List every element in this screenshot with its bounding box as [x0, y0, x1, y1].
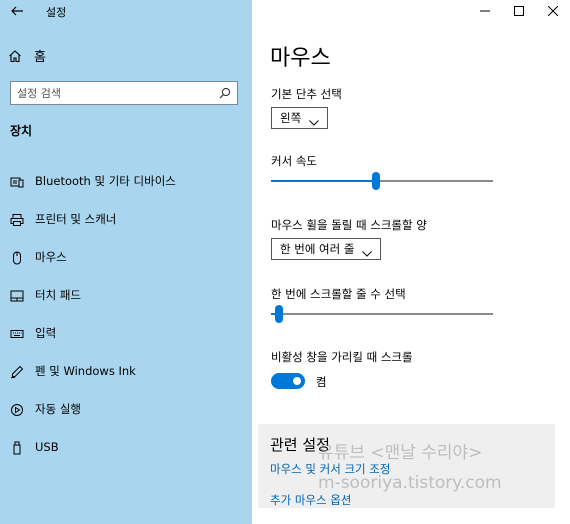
inactive-scroll-label: 비활성 창을 가리킬 때 스크롤: [271, 350, 413, 364]
autoplay-icon: [10, 402, 24, 416]
title-bar: 설정: [0, 0, 252, 22]
sidebar-item-mouse[interactable]: 마우스: [0, 238, 252, 276]
close-button[interactable]: [536, 0, 570, 22]
pen-icon: [10, 364, 24, 379]
printer-icon: [10, 212, 24, 226]
sidebar-item-autoplay[interactable]: 자동 실행: [0, 390, 252, 428]
minimize-icon: [480, 10, 490, 12]
sidebar-item-touchpad[interactable]: 터치 패드: [0, 276, 252, 314]
back-arrow-icon[interactable]: [10, 3, 24, 17]
sidebar-item-label: 터치 패드: [35, 288, 81, 302]
sidebar-item-label: 프린터 및 스캐너: [35, 212, 117, 226]
inactive-scroll-toggle[interactable]: [271, 373, 305, 389]
sidebar-item-bluetooth[interactable]: Bluetooth 및 기타 디바이스: [0, 162, 252, 200]
sidebar-item-label: 입력: [35, 326, 57, 340]
sidebar-item-label: Bluetooth 및 기타 디바이스: [35, 174, 176, 188]
sidebar-item-label: 마우스: [35, 250, 67, 264]
lines-scroll-label: 한 번에 스크롤할 줄 수 선택: [271, 287, 406, 301]
chevron-down-icon: [309, 115, 320, 126]
touchpad-icon: [10, 288, 24, 302]
sidebar-item-typing[interactable]: 입력: [0, 314, 252, 352]
mouse-cursor-size-link[interactable]: 마우스 및 커서 크기 조정: [270, 461, 390, 477]
home-nav-item[interactable]: 홈: [8, 46, 46, 65]
maximize-button[interactable]: [502, 0, 536, 22]
app-title: 설정: [46, 6, 67, 19]
wheel-scroll-label: 마우스 휠을 돌릴 때 스크롤할 양: [271, 218, 427, 232]
home-icon: [8, 48, 22, 63]
main-content: 마우스 기본 단추 선택 왼쪽 커서 속도 마우스 휠을 돌릴 때 스크롤할 양…: [252, 0, 570, 524]
search-box[interactable]: [10, 81, 238, 105]
sidebar-item-pen[interactable]: 펜 및 Windows Ink: [0, 352, 252, 390]
close-icon: [548, 6, 558, 16]
dropdown-value: 한 번에 여러 줄: [280, 242, 355, 256]
slider-fill: [271, 180, 376, 182]
page-title: 마우스: [270, 46, 331, 71]
search-input[interactable]: [17, 86, 207, 100]
cursor-speed-label: 커서 속도: [271, 154, 317, 168]
usb-icon: [10, 440, 24, 455]
slider-track: [271, 313, 493, 315]
cursor-speed-slider[interactable]: [271, 171, 493, 191]
additional-mouse-options-link[interactable]: 추가 마우스 옵션: [270, 492, 351, 508]
sidebar-item-label: 펜 및 Windows Ink: [35, 364, 136, 378]
toggle-knob: [293, 377, 301, 385]
bluetooth-devices-icon: [10, 174, 24, 188]
window-controls: [468, 0, 570, 22]
home-label: 홈: [34, 49, 46, 65]
related-settings-title: 관련 설정: [270, 436, 330, 454]
slider-thumb[interactable]: [275, 305, 283, 323]
sidebar-item-label: 자동 실행: [35, 402, 81, 416]
search-icon[interactable]: [219, 84, 231, 103]
sidebar: 설정 홈 장치 Bluetooth 및 기타 디바이스 프린터 및 스캐너: [0, 0, 252, 524]
slider-thumb[interactable]: [372, 172, 380, 190]
related-settings: 관련 설정 마우스 및 커서 크기 조정 추가 마우스 옵션 유튜브 <맨날 수…: [258, 424, 555, 508]
wheel-scroll-dropdown[interactable]: 한 번에 여러 줄: [271, 238, 382, 260]
chevron-down-icon: [362, 246, 373, 257]
minimize-button[interactable]: [468, 0, 502, 22]
lines-scroll-slider[interactable]: [271, 304, 493, 324]
mouse-icon: [10, 250, 24, 265]
sidebar-item-label: USB: [35, 440, 59, 454]
sidebar-item-printers[interactable]: 프린터 및 스캐너: [0, 200, 252, 238]
toggle-state-label: 켬: [316, 375, 327, 389]
dropdown-value: 왼쪽: [280, 111, 302, 125]
maximize-icon: [514, 6, 524, 16]
section-title: 장치: [10, 124, 33, 138]
primary-button-label: 기본 단추 선택: [271, 87, 342, 101]
sidebar-nav: Bluetooth 및 기타 디바이스 프린터 및 스캐너 마우스 터치 패드 …: [0, 162, 252, 466]
keyboard-icon: [10, 326, 24, 340]
sidebar-item-usb[interactable]: USB: [0, 428, 252, 466]
primary-button-dropdown[interactable]: 왼쪽: [271, 107, 329, 129]
